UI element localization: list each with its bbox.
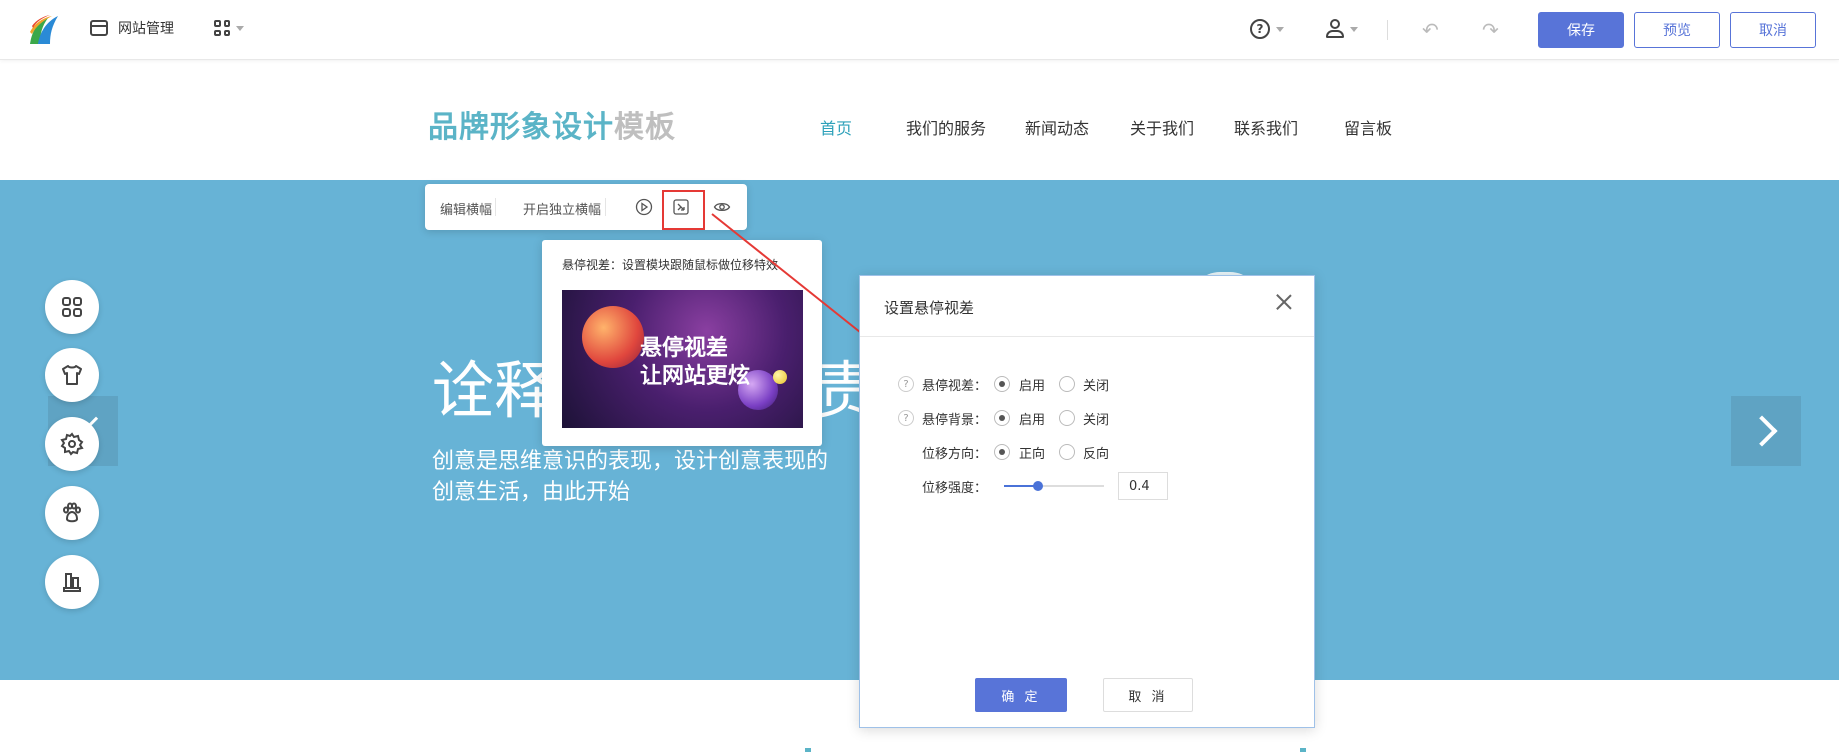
confirm-button[interactable]: 确 定 [975, 678, 1067, 712]
hover-background-row: ? 悬停背景： 启用 关闭 [860, 406, 1314, 430]
hover-parallax-row: ? 悬停视差： 启用 关闭 [860, 372, 1314, 396]
radio-label: 启用 [1019, 413, 1046, 428]
hover-background-label: 悬停背景： [922, 413, 988, 428]
side-tool-modules[interactable] [45, 280, 99, 334]
strength-row: 位移强度： 0.4 [860, 472, 1314, 500]
toolbar-divider [1387, 20, 1388, 40]
nav-item-home[interactable]: 首页 [820, 115, 852, 139]
hover-background-disable-radio[interactable] [1059, 410, 1075, 426]
nav-item-about[interactable]: 关于我们 [1130, 115, 1194, 139]
hover-parallax-enable-radio[interactable] [994, 376, 1010, 392]
preview-button[interactable]: 预览 [1634, 12, 1720, 48]
direction-row: 位移方向： 正向 反向 [860, 440, 1314, 464]
orb-decoration [773, 370, 787, 384]
apps-grid-icon [214, 20, 230, 36]
dialog-cancel-button[interactable]: 取 消 [1103, 678, 1193, 712]
banner-next-button[interactable] [1731, 396, 1801, 466]
dialog-divider [860, 336, 1314, 337]
user-menu[interactable] [1326, 19, 1358, 39]
strength-label: 位移强度： [922, 481, 988, 496]
radio-label: 启用 [1019, 379, 1046, 394]
toolbar-divider [495, 198, 496, 216]
independent-banner-button[interactable]: 开启独立横幅 [523, 199, 601, 218]
top-toolbar: 网站管理 ? ↶ ↷ 保存 预览 取消 [0, 0, 1839, 60]
apps-menu[interactable] [214, 20, 244, 36]
undo-icon[interactable]: ↶ [1422, 18, 1439, 42]
nav-item-guestbook[interactable]: 留言板 [1344, 115, 1392, 139]
side-tool-theme[interactable] [45, 348, 99, 402]
hover-background-enable-radio[interactable] [994, 410, 1010, 426]
direction-label: 位移方向： [922, 447, 988, 462]
site-brand[interactable]: 品牌形象设计模板 [428, 102, 676, 146]
strength-input[interactable]: 0.4 [1118, 472, 1168, 500]
orb-decoration [582, 306, 644, 368]
hover-parallax-dialog: 设置悬停视差 ? 悬停视差： 启用 关闭 ? 悬停背景： 启用 关闭 位移方向：… [859, 275, 1315, 728]
dialog-title: 设置悬停视差 [884, 299, 975, 317]
annotation-highlight-box [662, 190, 705, 230]
hover-parallax-label: 悬停视差： [922, 379, 988, 394]
user-icon [1326, 19, 1344, 39]
help-icon: ? [1250, 19, 1270, 39]
redo-icon[interactable]: ↷ [1482, 18, 1499, 42]
chevron-down-icon [236, 25, 244, 31]
footer-decoration [805, 748, 811, 752]
paw-icon [63, 502, 81, 523]
help-icon[interactable]: ? [898, 410, 914, 426]
apps-icon [62, 297, 82, 317]
window-icon [90, 20, 108, 36]
toolbar-divider [605, 198, 606, 216]
hover-parallax-disable-radio[interactable] [1059, 376, 1075, 392]
site-management-label: 网站管理 [118, 21, 174, 37]
chevron-down-icon [1276, 26, 1284, 32]
nav-item-contact[interactable]: 联系我们 [1234, 115, 1298, 139]
play-icon[interactable] [634, 197, 654, 217]
radio-label: 关闭 [1083, 379, 1110, 394]
app-logo[interactable] [26, 12, 62, 48]
side-tool-settings[interactable] [45, 417, 99, 471]
brand-secondary: 模板 [614, 110, 676, 145]
strength-slider[interactable] [1004, 481, 1104, 491]
site-management-menu[interactable]: 网站管理 [90, 18, 174, 38]
nav-item-services[interactable]: 我们的服务 [906, 115, 986, 139]
building-icon [63, 573, 81, 592]
radio-label: 正向 [1019, 447, 1046, 462]
side-tool-building[interactable] [45, 555, 99, 609]
brand-primary: 品牌形象设计 [428, 110, 614, 145]
gear-icon [60, 432, 84, 456]
close-icon[interactable] [1274, 292, 1294, 312]
footer-decoration [1300, 748, 1306, 752]
slider-handle[interactable] [1033, 481, 1043, 491]
direction-reverse-radio[interactable] [1059, 444, 1075, 460]
direction-forward-radio[interactable] [994, 444, 1010, 460]
chevron-down-icon [1350, 26, 1358, 32]
chevron-right-icon [1746, 415, 1778, 447]
cancel-button[interactable]: 取消 [1730, 12, 1816, 48]
nav-item-news[interactable]: 新闻动态 [1025, 115, 1089, 139]
side-tool-pets[interactable] [45, 486, 99, 540]
help-icon[interactable]: ? [898, 376, 914, 392]
hero-subtitle-line1: 创意是思维意识的表现，设计创意表现的 [432, 449, 829, 474]
shirt-icon [62, 365, 82, 385]
hero-subtitle-line2: 创意生活，由此开始 [432, 480, 631, 505]
hero-title-left: 诠释 [432, 354, 557, 427]
edit-banner-button[interactable]: 编辑横幅 [440, 199, 492, 218]
radio-label: 关闭 [1083, 413, 1110, 428]
save-button[interactable]: 保存 [1538, 12, 1624, 48]
help-menu[interactable]: ? [1250, 19, 1284, 39]
radio-label: 反向 [1083, 447, 1110, 462]
